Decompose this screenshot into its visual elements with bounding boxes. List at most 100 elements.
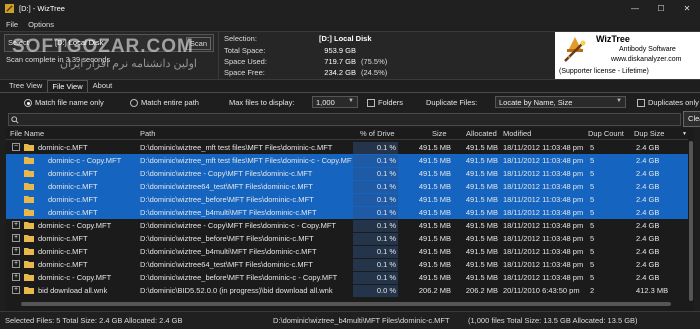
- horizontal-scroll-thumb[interactable]: [21, 302, 671, 306]
- space-free-label: Space Free:: [224, 68, 265, 77]
- col-dup-size[interactable]: Dup Size: [634, 129, 664, 138]
- table-row[interactable]: dominic-c.MFT D:\dominic\wiztree - Copy\M…: [6, 167, 694, 180]
- file-size: 491.5 MB: [418, 246, 451, 256]
- table-row[interactable]: + dominic-c - Copy.MFT D:\dominic\wiztree_…: [6, 271, 694, 284]
- file-name: dominic-c - Copy.MFT: [38, 220, 112, 230]
- file-list[interactable]: File Name Path % of Drive Size Allocated…: [6, 128, 694, 311]
- col-pct-drive[interactable]: % of Drive: [360, 129, 395, 138]
- table-row[interactable]: + dominic-c - Copy.MFT D:\dominic\wiztree …: [6, 219, 694, 232]
- file-name: dominic-c.MFT: [38, 142, 88, 152]
- magnifier-icon: [11, 116, 19, 124]
- logo-panel[interactable]: WizTree Antibody Software www.diskanalyz…: [555, 32, 700, 79]
- pct-drive: 0.1 %: [376, 194, 396, 204]
- col-path[interactable]: Path: [140, 129, 155, 138]
- file-modified: 18/11/2012 11:03:48 pm: [503, 142, 584, 152]
- folder-icon: [24, 274, 34, 281]
- file-modified: 18/11/2012 11:03:48 pm: [503, 207, 584, 217]
- table-row[interactable]: − dominic-c.MFT D:\dominic\wiztree_mft tes…: [6, 141, 694, 154]
- file-modified: 18/11/2012 11:03:48 pm: [503, 272, 584, 282]
- col-allocated[interactable]: Allocated: [466, 129, 497, 138]
- file-modified: 18/11/2012 11:03:48 pm: [503, 259, 584, 269]
- space-used-pct: (75.5%): [361, 57, 388, 66]
- table-row[interactable]: + dominic-c.MFT D:\dominic\wiztree_b4multi…: [6, 245, 694, 258]
- file-name: dominic-c.MFT: [48, 194, 98, 204]
- table-row[interactable]: dominic-c.MFT D:\dominic\wiztree_b4multi\…: [6, 206, 694, 219]
- search-input[interactable]: [8, 113, 681, 126]
- duplicates-only-checkbox[interactable]: [637, 99, 645, 107]
- vertical-scroll-thumb[interactable]: [689, 141, 693, 301]
- expand-icon[interactable]: +: [12, 221, 20, 229]
- table-row[interactable]: dominic-c.MFT D:\dominic\wiztree64_test\M…: [6, 180, 694, 193]
- table-row[interactable]: + dominic-c.MFT D:\dominic\wiztree_before\…: [6, 232, 694, 245]
- logo-license: (Supporter license - Lifetime): [559, 68, 649, 75]
- file-path: D:\dominic\wiztree_before\MFT Files\domi…: [140, 272, 338, 282]
- space-free-pct: (24.5%): [361, 68, 388, 77]
- match-name-label[interactable]: Match file name only: [35, 98, 104, 107]
- folder-icon: [24, 144, 34, 151]
- chevron-down-icon: ▼: [616, 98, 622, 104]
- clear-button[interactable]: Clear: [683, 111, 700, 127]
- file-allocated: 491.5 MB: [465, 181, 498, 191]
- file-name: dominic-c.MFT: [48, 168, 98, 178]
- folder-icon: [24, 170, 34, 177]
- chevron-down-icon: ▼: [348, 98, 354, 104]
- file-allocated: 491.5 MB: [465, 259, 498, 269]
- folders-checkbox[interactable]: [367, 99, 375, 107]
- folder-icon: [24, 287, 34, 294]
- folder-icon: [24, 235, 34, 242]
- close-button[interactable]: ✕: [674, 0, 700, 17]
- expand-icon[interactable]: +: [12, 286, 20, 294]
- duplicates-only-label[interactable]: Duplicates only: [648, 98, 699, 107]
- table-row[interactable]: + bid download all.wnk D:\dominic\BID5.52.…: [6, 284, 694, 297]
- menu-file[interactable]: File: [6, 20, 18, 29]
- dup-size: 2.4 GB: [636, 259, 660, 269]
- menu-options[interactable]: Options: [28, 20, 54, 29]
- expand-icon[interactable]: +: [12, 273, 20, 281]
- maximize-button[interactable]: ☐: [648, 0, 674, 17]
- file-modified: 18/11/2012 11:03:48 pm: [503, 155, 584, 165]
- table-row[interactable]: dominic-c - Copy.MFT D:\dominic\wiztree_m…: [6, 154, 694, 167]
- col-dup-count[interactable]: Dup Count: [588, 129, 624, 138]
- table-row[interactable]: dominic-c.MFT D:\dominic\wiztree_before\M…: [6, 193, 694, 206]
- match-path-radio[interactable]: [130, 99, 138, 107]
- file-path: D:\dominic\wiztree_mft test files\MFT Fi…: [140, 142, 333, 152]
- total-space-value: 953.9 GB: [324, 46, 356, 55]
- file-name: dominic-c.MFT: [38, 259, 88, 269]
- max-files-dropdown[interactable]: 1,000 ▼: [312, 96, 358, 108]
- expand-icon[interactable]: +: [12, 247, 20, 255]
- collapse-icon[interactable]: −: [12, 143, 20, 151]
- logo-site[interactable]: www.diskanalyzer.com: [611, 56, 681, 63]
- pct-drive: 0.1 %: [376, 272, 396, 282]
- tab-bar: Tree View File View About: [0, 80, 700, 93]
- tab-file-view[interactable]: File View: [47, 80, 88, 92]
- match-name-radio[interactable]: [24, 99, 32, 107]
- file-name: dominic-c.MFT: [48, 207, 98, 217]
- selection-value: [D:] Local Disk: [319, 34, 372, 43]
- folders-label[interactable]: Folders: [378, 98, 403, 107]
- file-size: 491.5 MB: [418, 220, 451, 230]
- tab-tree-view[interactable]: Tree View: [4, 79, 47, 92]
- dup-size: 2.4 GB: [636, 142, 660, 152]
- file-name: dominic-c - Copy.MFT: [48, 155, 122, 165]
- minimize-button[interactable]: —: [622, 0, 648, 17]
- tab-about[interactable]: About: [88, 79, 118, 92]
- status-summary: (1,000 files Total Size: 13.5 GB Allocat…: [468, 316, 638, 325]
- file-path: D:\dominic\wiztree_before\MFT Files\domi…: [140, 233, 314, 243]
- expand-icon[interactable]: +: [12, 234, 20, 242]
- total-space-label: Total Space:: [224, 46, 266, 55]
- file-path: D:\dominic\wiztree_before\MFT Files\domi…: [140, 194, 314, 204]
- duplicate-mode-dropdown[interactable]: Locate by Name, Size ▼: [495, 96, 626, 108]
- col-modified[interactable]: Modified: [503, 129, 531, 138]
- match-path-label[interactable]: Match entire path: [141, 98, 199, 107]
- sort-desc-icon: ▼: [682, 131, 687, 137]
- col-size[interactable]: Size: [432, 129, 447, 138]
- pct-drive: 0.0 %: [376, 285, 396, 295]
- expand-icon[interactable]: +: [12, 260, 20, 268]
- duplicate-mode-value: Locate by Name, Size: [499, 98, 573, 107]
- folder-icon: [24, 183, 34, 190]
- table-row[interactable]: + dominic-c.MFT D:\dominic\wiztree64_test\…: [6, 258, 694, 271]
- file-path: D:\dominic\wiztree_mft test files\MFT Fi…: [140, 155, 352, 165]
- col-file-name[interactable]: File Name: [10, 129, 44, 138]
- file-modified: 18/11/2012 11:03:48 pm: [503, 246, 584, 256]
- file-modified: 18/11/2012 11:03:48 pm: [503, 181, 584, 191]
